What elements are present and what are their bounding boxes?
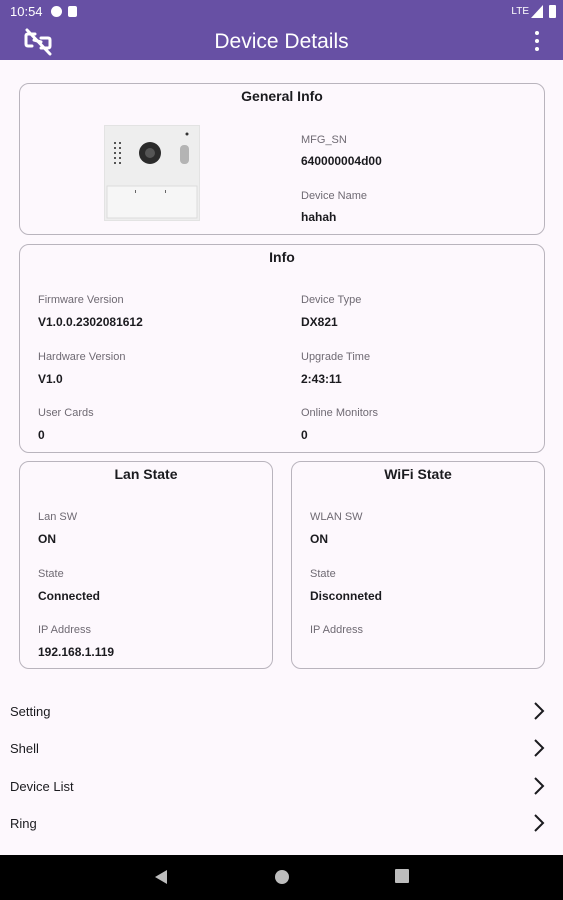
lan-state-card: Lan State Lan SW ON State Connected IP A… — [19, 461, 273, 669]
online-monitors-value: 0 — [301, 428, 308, 442]
menu-item-label: Device List — [10, 779, 74, 794]
lan-state-value: Connected — [38, 589, 101, 603]
lan-ip-value: 192.168.1.119 — [38, 645, 115, 659]
chevron-right-icon — [534, 777, 545, 795]
menu-item-setting[interactable]: Setting — [0, 693, 563, 730]
chevron-right-icon — [534, 739, 545, 757]
online-monitors-label: Online Monitors — [301, 407, 379, 419]
device-name-value: hahah — [301, 210, 337, 224]
network-type: LTE — [511, 6, 529, 17]
navigation-bar — [0, 855, 563, 900]
device-image — [104, 125, 200, 221]
mfg-sn-value: 640000004d00 — [301, 154, 382, 168]
wifi-state-card: WiFi State WLAN SW ON State Disconneted … — [291, 461, 545, 669]
home-icon[interactable] — [274, 869, 290, 885]
menu-item-device-list[interactable]: Device List — [0, 768, 563, 805]
hardware-version-label: Hardware Version — [38, 351, 126, 363]
lan-sw-label: Lan SW — [38, 511, 78, 523]
sd-card-icon — [68, 6, 77, 17]
info-title: Info — [269, 249, 295, 265]
user-cards-value: 0 — [38, 428, 45, 442]
mfg-sn-label: MFG_SN — [301, 134, 347, 146]
device-name-label: Device Name — [301, 190, 368, 202]
more-vert-icon[interactable] — [533, 28, 541, 56]
menu-item-label: Ring — [10, 816, 37, 831]
general-info-card: General Info MFG_SN 640000004d00 Device … — [19, 83, 545, 235]
wifi-ip-label: IP Address — [310, 624, 363, 636]
wifi-state-label: State — [310, 568, 336, 580]
chevron-right-icon — [534, 702, 545, 720]
device-type-label: Device Type — [301, 294, 362, 306]
lan-ip-label: IP Address — [38, 624, 91, 636]
wifi-state-value: Disconneted — [310, 589, 383, 603]
wifi-state-title: WiFi State — [384, 466, 452, 482]
firmware-version-value: V1.0.0.2302081612 — [38, 315, 143, 329]
device-type-value: DX821 — [301, 315, 338, 329]
chevron-right-icon — [534, 814, 545, 832]
lan-state-label: State — [38, 568, 64, 580]
recents-icon[interactable] — [395, 869, 409, 883]
notification-icon — [51, 6, 62, 17]
info-card: Info Firmware Version V1.0.0.2302081612 … — [19, 244, 545, 453]
lan-state-title: Lan State — [114, 466, 178, 482]
menu-item-label: Shell — [10, 741, 39, 756]
upgrade-time-value: 2:43:11 — [301, 372, 342, 386]
wlan-sw-label: WLAN SW — [310, 511, 363, 523]
status-time: 10:54 — [10, 4, 43, 19]
wlan-sw-value: ON — [310, 532, 328, 546]
lan-sw-value: ON — [38, 532, 56, 546]
status-bar: 10:54 LTE — [0, 0, 563, 24]
menu-item-label: Setting — [10, 704, 51, 719]
app-bar: Device Details — [0, 24, 563, 60]
hardware-version-value: V1.0 — [38, 372, 63, 386]
upgrade-time-label: Upgrade Time — [301, 351, 371, 363]
menu-item-shell[interactable]: Shell — [0, 730, 563, 767]
battery-icon — [549, 5, 556, 18]
general-info-title: General Info — [241, 88, 323, 104]
page-title: Device Details — [214, 30, 349, 53]
firmware-version-label: Firmware Version — [38, 294, 124, 306]
menu-item-ring[interactable]: Ring — [0, 805, 563, 842]
back-icon[interactable] — [154, 869, 168, 885]
signal-icon — [531, 5, 543, 18]
user-cards-label: User Cards — [38, 407, 94, 419]
